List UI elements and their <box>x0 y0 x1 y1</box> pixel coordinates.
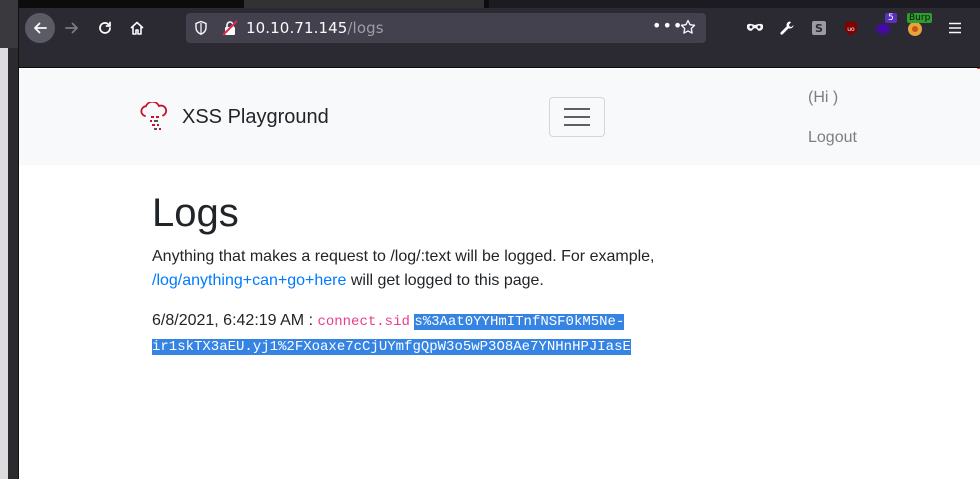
url-host: 10.10.71.145 <box>246 19 348 37</box>
url-path: /logs <box>347 19 384 37</box>
burp-badge: Burp <box>907 13 933 23</box>
svg-text:uo: uo <box>847 26 855 33</box>
home-icon <box>130 21 144 35</box>
wappalyzer-badge: 5 <box>885 13 897 23</box>
toggler-bar <box>564 124 590 126</box>
insecure-lock-icon[interactable] <box>222 20 238 40</box>
home-button[interactable] <box>122 13 152 43</box>
url-text[interactable]: 10.10.71.145/logs <box>246 19 384 37</box>
bookmark-star-icon[interactable] <box>680 19 696 39</box>
bookmarks-bar <box>19 48 980 68</box>
desktop-left-edge <box>0 0 18 479</box>
arrow-right-icon <box>65 22 78 34</box>
reload-button[interactable] <box>90 13 120 43</box>
tab-strip <box>19 0 980 8</box>
toggler-bar <box>564 116 590 118</box>
s-extension-icon[interactable]: S <box>809 18 829 38</box>
tracking-protection-icon[interactable] <box>194 20 208 40</box>
web-page: XSS Playground (Hi ) Logout Logs Anythin… <box>19 69 980 479</box>
desktop-window-edge-light <box>0 48 8 479</box>
log-timestamp: 6/8/2021, 6:42:19 AM : <box>152 312 318 329</box>
svg-text:S: S <box>815 22 823 35</box>
arrow-left-icon <box>34 22 47 34</box>
wrench-icon[interactable] <box>777 18 797 38</box>
navbar-toggler-button[interactable] <box>549 97 605 137</box>
intro-suffix: will get logged to this page. <box>346 272 544 289</box>
desktop-window-edge-dark <box>8 48 18 479</box>
log-entry: 6/8/2021, 6:42:19 AM : connect.sid s%3Aa… <box>152 309 712 359</box>
browser-window: 10.10.71.145/logs ••• S uo 5 Burp XSS Pl… <box>18 0 980 479</box>
ublock-origin-icon[interactable]: uo <box>841 18 861 38</box>
back-button[interactable] <box>25 13 55 43</box>
intro-paragraph: Anything that makes a request to /log/:t… <box>152 245 712 293</box>
page-actions-icon[interactable]: ••• <box>652 16 683 35</box>
mask-extension-icon[interactable] <box>745 18 765 38</box>
log-cookie-name: connect.sid <box>317 314 410 330</box>
intro-text: Anything that makes a request to /log/:t… <box>152 248 655 265</box>
brand-logo-icon[interactable] <box>137 100 169 136</box>
reload-icon <box>99 21 111 34</box>
example-log-link[interactable]: /log/anything+can+go+here <box>152 272 346 289</box>
hamburger-menu-icon[interactable] <box>945 18 965 38</box>
address-bar[interactable]: 10.10.71.145/logs ••• <box>186 13 706 43</box>
toggler-bar <box>564 108 590 110</box>
tab-strip-empty <box>489 0 980 8</box>
main-content: Logs Anything that makes a request to /l… <box>152 191 712 359</box>
user-greeting[interactable]: (Hi ) <box>808 89 838 107</box>
forward-button[interactable] <box>57 13 87 43</box>
browser-toolbar: 10.10.71.145/logs ••• S uo 5 Burp <box>19 8 980 48</box>
site-navbar: XSS Playground (Hi ) Logout <box>19 69 980 165</box>
logout-link[interactable]: Logout <box>808 129 857 147</box>
active-tab-edge[interactable] <box>244 0 484 8</box>
page-title: Logs <box>152 191 239 235</box>
brand-name[interactable]: XSS Playground <box>182 106 329 129</box>
